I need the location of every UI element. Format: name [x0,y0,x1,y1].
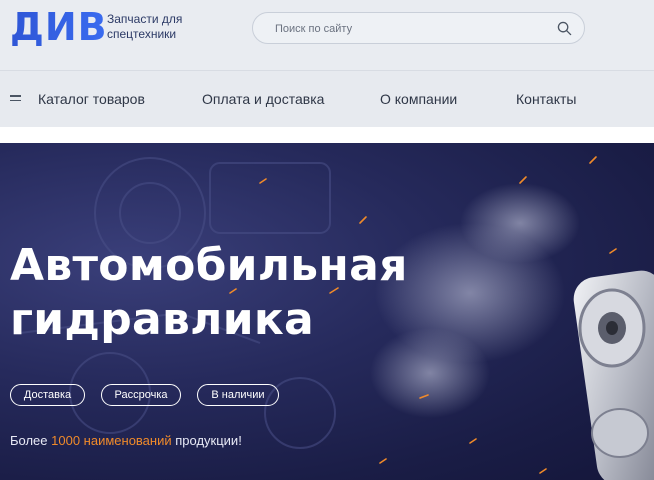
search-box[interactable] [252,12,585,44]
hero-banner: Автомобильная гидравлика Доставка Рассро… [0,143,654,480]
main-nav: Каталог товаров Оплата и доставка О комп… [0,70,654,127]
nav-item-contacts[interactable]: Контакты [516,91,576,107]
nav-item-payment-delivery[interactable]: Оплата и доставка [202,91,324,107]
hero-title: Автомобильная гидравлика [10,240,408,345]
divider [0,127,654,143]
tag-in-stock[interactable]: В наличии [197,384,279,406]
promo-text: Более 1000 наименований продукции! [10,433,242,448]
site-header: ДИВ Запчасти для спецтехники [0,0,654,70]
logo[interactable]: ДИВ [10,6,108,48]
nav-item-about[interactable]: О компании [380,91,457,107]
search-icon[interactable] [557,21,572,36]
nav-item-catalog[interactable]: Каталог товаров [38,91,145,107]
tagline: Запчасти для спецтехники [107,12,183,41]
tag-installment[interactable]: Рассрочка [101,384,181,406]
tag-delivery[interactable]: Доставка [10,384,85,406]
search-input[interactable] [275,21,545,37]
hamburger-icon[interactable] [10,95,21,103]
